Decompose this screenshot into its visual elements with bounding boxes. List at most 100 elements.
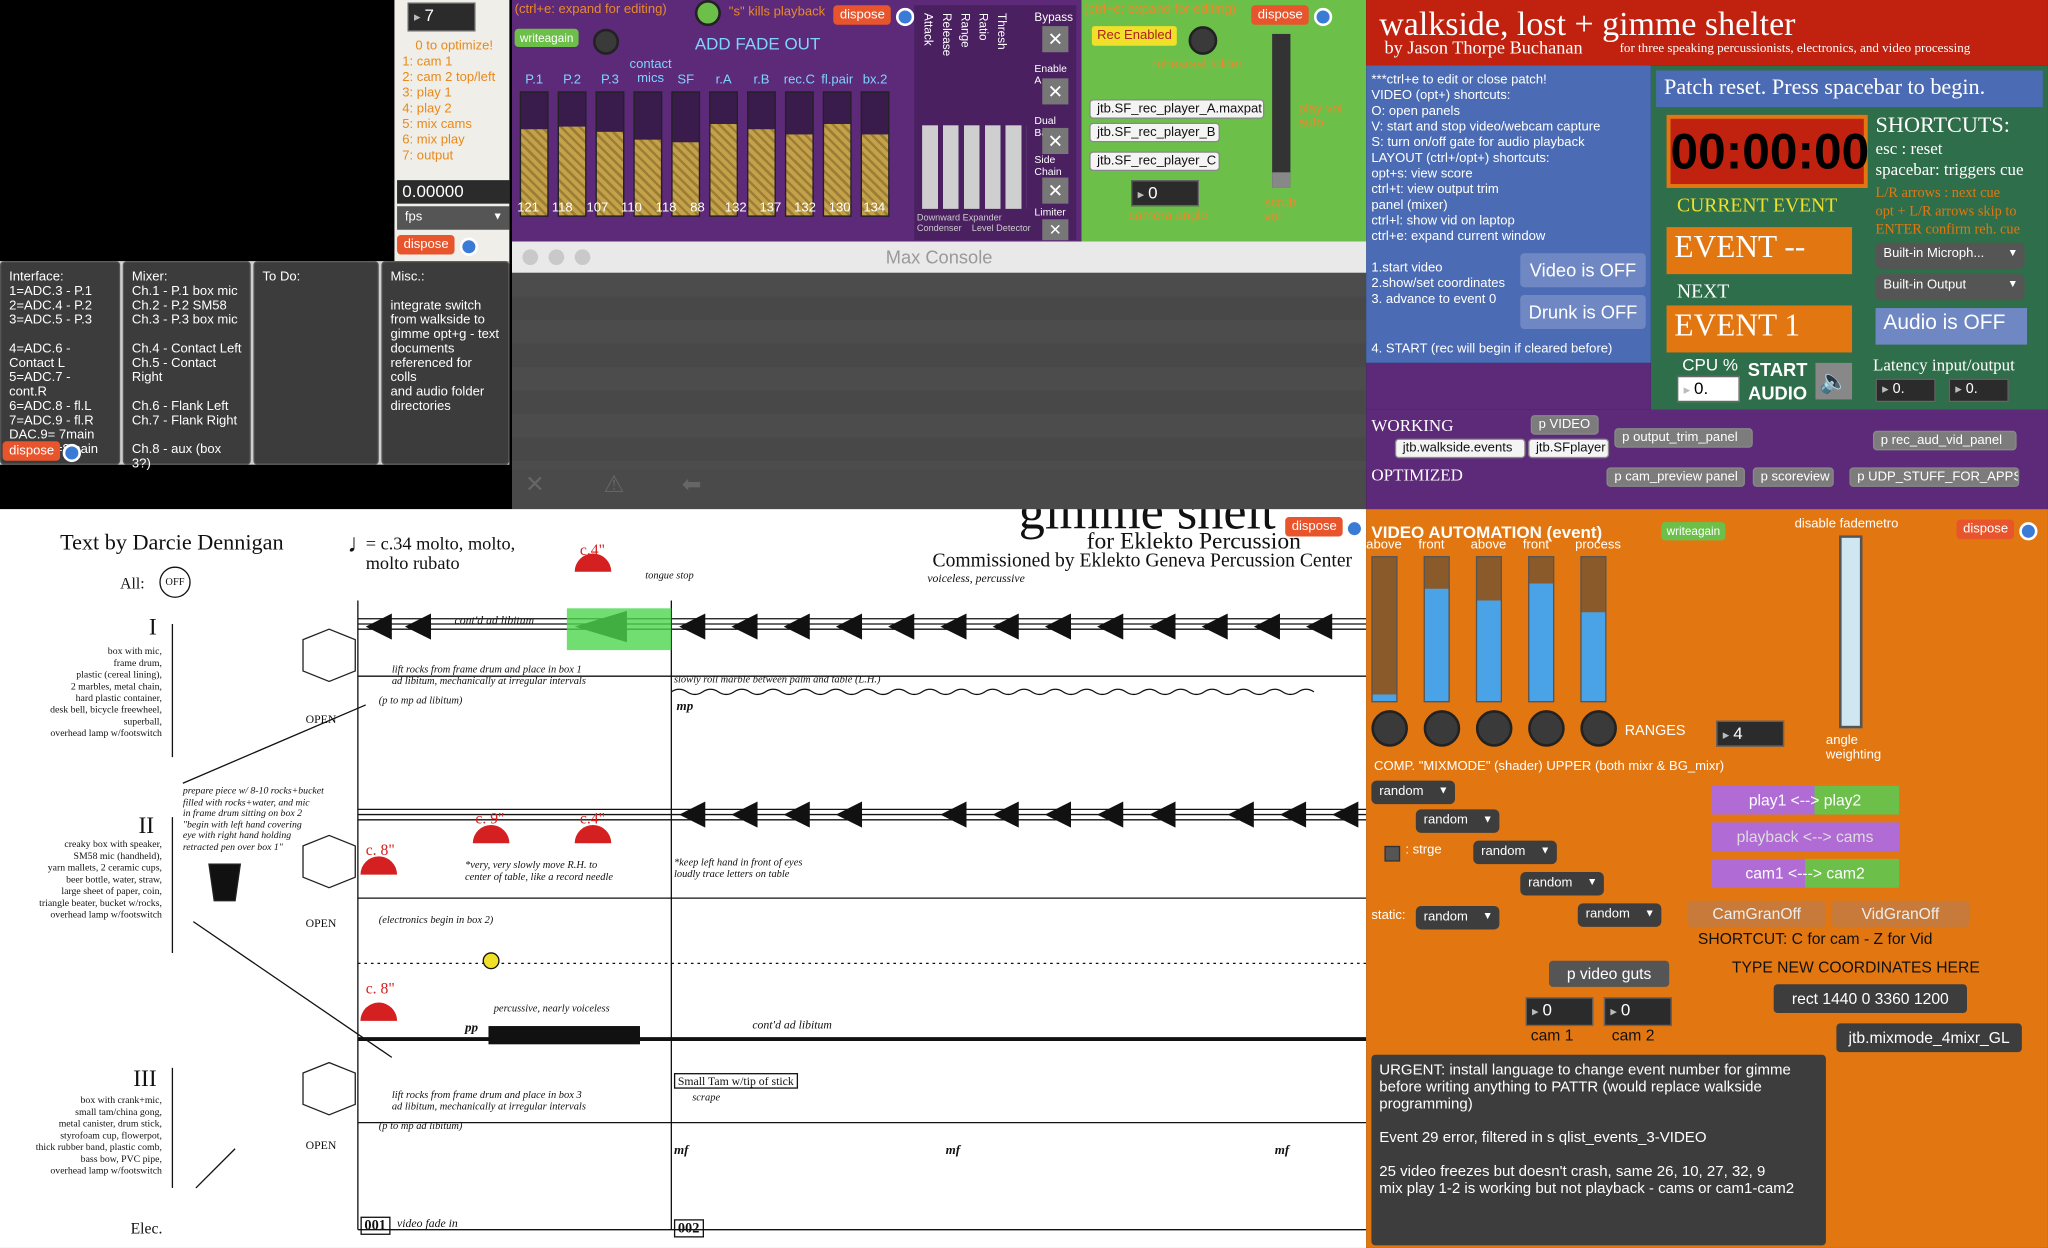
input-device-dropdown[interactable]: Built-in Microph... bbox=[1875, 242, 2025, 269]
speaker-icon[interactable]: 🔈 bbox=[1815, 362, 1853, 400]
record-toggle[interactable] bbox=[694, 0, 721, 27]
channel-fader[interactable] bbox=[595, 91, 625, 217]
comp-mixmode-label: COMP. "MIXMODE" (shader) UPPER (both mix… bbox=[1374, 759, 1725, 775]
contd-ad-lib: cont'd ad libitum bbox=[752, 1018, 832, 1032]
channel-fader[interactable] bbox=[822, 91, 852, 217]
mixmode-object-box[interactable]: jtb.mixmode_4mixr_GL bbox=[1836, 1023, 2022, 1053]
camera-angle-number[interactable]: 0 bbox=[1131, 180, 1199, 207]
channel-fader[interactable] bbox=[557, 91, 587, 217]
drunk-toggle[interactable]: Drunk is OFF bbox=[1520, 295, 1646, 329]
bang-button[interactable] bbox=[2019, 522, 2038, 541]
meter-value: 132 bbox=[794, 201, 816, 216]
bang-button[interactable] bbox=[62, 443, 81, 463]
bang-button[interactable] bbox=[1313, 7, 1333, 27]
udp-stuff-box[interactable]: p UDP_STUFF_FOR_APPS bbox=[1849, 467, 2020, 487]
camgran-toggle[interactable]: CamGranOff bbox=[1687, 900, 1826, 927]
back-arrow-icon[interactable]: ⬅ bbox=[682, 471, 702, 498]
dispose-button[interactable]: dispose bbox=[833, 5, 892, 25]
fade-toggle[interactable] bbox=[592, 28, 620, 55]
rec-player-c[interactable]: jtb.SF_rec_player_C bbox=[1089, 151, 1220, 172]
vidgran-toggle[interactable]: VidGranOff bbox=[1831, 900, 1970, 927]
channel-fader[interactable] bbox=[747, 91, 776, 217]
mixmode-dropdown[interactable]: random bbox=[1577, 903, 1662, 927]
output-trim-box[interactable]: p output_trim_panel bbox=[1614, 428, 1753, 448]
video-slider[interactable] bbox=[1528, 556, 1555, 703]
video-slider[interactable] bbox=[1580, 556, 1607, 703]
rack-sliders[interactable] bbox=[922, 125, 1027, 209]
dispose-button[interactable]: dispose bbox=[397, 234, 456, 255]
audio-toggle[interactable]: Audio is OFF bbox=[1875, 308, 2028, 345]
rec-enabled-button[interactable]: Rec Enabled bbox=[1091, 26, 1178, 46]
channel-fader[interactable] bbox=[709, 91, 738, 217]
slider-knob[interactable] bbox=[1423, 710, 1461, 747]
start-audio-button[interactable]: START AUDIO bbox=[1748, 358, 1808, 405]
close-icon[interactable]: ✕ bbox=[1042, 177, 1069, 204]
video-slider[interactable] bbox=[1371, 556, 1398, 703]
channel-fader[interactable] bbox=[633, 91, 663, 217]
fps-dropdown[interactable]: fps bbox=[397, 206, 510, 230]
static-label: static: bbox=[1371, 908, 1406, 923]
channel-fader[interactable] bbox=[784, 91, 814, 217]
mixmode-dropdown[interactable]: random bbox=[1415, 905, 1500, 930]
expander-label: Downward Expander Condenser Level Detect… bbox=[916, 214, 1031, 234]
angle-weighting-slider[interactable] bbox=[1838, 535, 1863, 729]
sfplayer-box[interactable]: jtb.SFplayer bbox=[1528, 438, 1610, 459]
channel-fader[interactable] bbox=[671, 91, 701, 217]
bang-button[interactable] bbox=[895, 7, 915, 27]
warning-filter-icon[interactable]: ⚠ bbox=[603, 471, 624, 498]
scoreview-box[interactable]: p scoreview bbox=[1752, 467, 1834, 487]
video-slider[interactable] bbox=[1475, 556, 1503, 703]
close-icon[interactable]: ✕ bbox=[1042, 26, 1069, 53]
optimize-counter[interactable]: 7 bbox=[407, 2, 476, 32]
rec-aud-vid-box[interactable]: p rec_aud_vid_panel bbox=[1872, 430, 2017, 451]
channel-fader[interactable] bbox=[519, 91, 549, 217]
video-slider[interactable] bbox=[1423, 556, 1450, 703]
cam1-number[interactable]: 0 bbox=[1525, 997, 1594, 1027]
output-device-dropdown[interactable]: Built-in Output bbox=[1875, 274, 2025, 301]
play1-play2-crossfader[interactable]: play1 <--> play2 bbox=[1710, 785, 1900, 815]
latency-output[interactable]: 0. bbox=[1948, 378, 2009, 403]
strge-toggle[interactable] bbox=[1384, 845, 1401, 862]
mixmode-dropdown[interactable]: random bbox=[1473, 840, 1557, 865]
mixmode-dropdown[interactable]: random bbox=[1415, 809, 1500, 833]
dispose-button[interactable]: dispose bbox=[1251, 5, 1310, 25]
writeagain-button[interactable]: writeagain bbox=[514, 28, 579, 47]
rec-toggle[interactable] bbox=[1188, 26, 1218, 55]
writeagain-button[interactable]: writeagain bbox=[1661, 522, 1726, 541]
cam1-cam2-crossfader[interactable]: cam1 <---> cam2 bbox=[1710, 858, 1900, 888]
ranges-number[interactable]: 4 bbox=[1716, 720, 1785, 747]
channel-fader[interactable] bbox=[860, 91, 890, 217]
p-video-box[interactable]: p VIDEO bbox=[1530, 415, 1599, 435]
rec-player-b[interactable]: jtb.SF_rec_player_B bbox=[1089, 122, 1220, 143]
dispose-button[interactable]: dispose bbox=[1956, 519, 2015, 540]
console-log[interactable] bbox=[511, 272, 1367, 469]
close-icon[interactable]: ✕ bbox=[1042, 127, 1069, 155]
channel-meters: P.1 P.2 P.3 SF r.A r.B rec.C fl.pair bx.2 bbox=[517, 73, 909, 222]
slider-knob[interactable] bbox=[1580, 710, 1617, 747]
mixmode-dropdown[interactable]: random bbox=[1520, 872, 1604, 896]
close-icon[interactable]: ✕ bbox=[1042, 78, 1069, 105]
close-icon[interactable]: ✕ bbox=[1042, 219, 1069, 241]
rect-coordinates-message[interactable]: rect 1440 0 3360 1200 bbox=[1773, 984, 1967, 1013]
mixer-panel: (ctrl+e: expand for editing) "s" kills p… bbox=[511, 0, 1082, 242]
events-box[interactable]: jtb.walkside.events bbox=[1394, 438, 1526, 459]
slider-knob[interactable] bbox=[1528, 710, 1565, 747]
float-value[interactable]: 0.00000 bbox=[397, 180, 510, 204]
scrub-vol-slider[interactable] bbox=[1272, 33, 1291, 188]
cam-preview-box[interactable]: p cam_preview panel bbox=[1606, 467, 1745, 487]
bang-button[interactable] bbox=[459, 237, 479, 256]
latency-input[interactable]: 0. bbox=[1875, 378, 1936, 403]
cam2-number[interactable]: 0 bbox=[1603, 997, 1672, 1027]
dispose-button[interactable]: dispose bbox=[2, 441, 61, 461]
working-label: WORKING bbox=[1371, 415, 1454, 435]
video-toggle[interactable]: Video is OFF bbox=[1520, 253, 1646, 288]
p-video-guts-box[interactable]: p video guts bbox=[1549, 960, 1670, 987]
slider-knob[interactable] bbox=[1371, 710, 1408, 747]
add-fade-out-button[interactable]: ADD FADE OUT bbox=[695, 34, 820, 54]
cue-timing: c. 9" bbox=[475, 809, 505, 828]
clear-console-icon[interactable]: ✕ bbox=[525, 471, 545, 498]
slider-knob[interactable] bbox=[1475, 710, 1513, 747]
playback-cams-crossfader[interactable]: playback <--> cams bbox=[1710, 822, 1900, 852]
rec-player-a[interactable]: jtb.SF_rec_player_A.maxpat bbox=[1089, 99, 1265, 119]
mixmode-dropdown[interactable]: random bbox=[1371, 780, 1455, 805]
